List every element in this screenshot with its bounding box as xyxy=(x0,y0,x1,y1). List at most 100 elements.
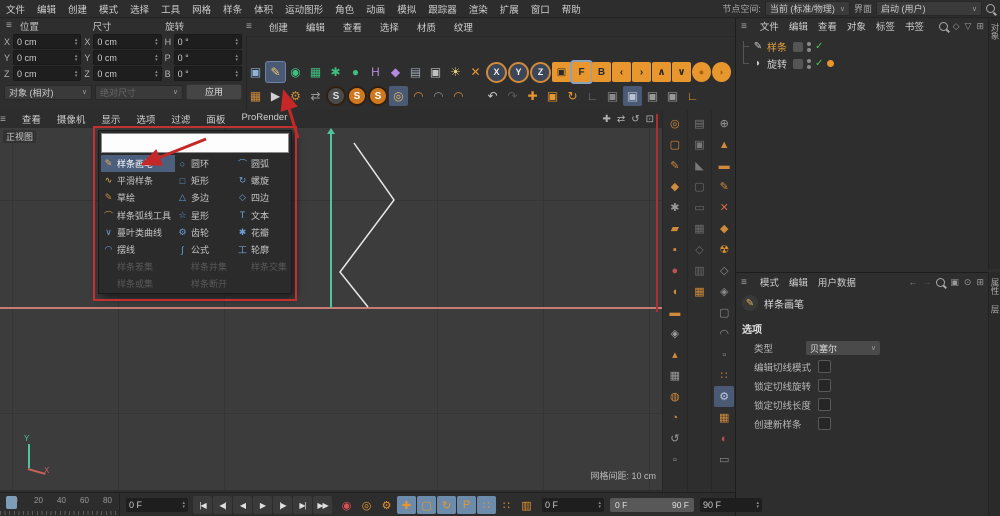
hamburger-menu-icon[interactable]: ≡ xyxy=(0,114,6,125)
toolbar-icon[interactable]: X xyxy=(486,61,507,83)
object-manager-menu-item[interactable]: 对象 xyxy=(842,19,871,33)
toolbar-icon[interactable]: ▤ xyxy=(406,62,425,82)
tool-icon[interactable]: ▥ xyxy=(690,260,710,281)
popup-menu-item[interactable]: □ 矩形 xyxy=(175,172,235,189)
toolbar-icon[interactable] xyxy=(469,86,482,106)
toolbar-icon[interactable]: ✎ xyxy=(266,62,285,82)
frame-field[interactable]: 0 F ▴ ▾ xyxy=(542,498,604,512)
toolbar-icon[interactable]: Y xyxy=(508,61,529,83)
menubar-item[interactable]: 创建 xyxy=(62,2,93,16)
popup-menu-item[interactable]: ✱ 花瓣 xyxy=(235,224,289,241)
stepper-icon[interactable]: ▴ ▾ xyxy=(155,69,158,78)
rotation-input[interactable]: 0 ° ▴ ▾ xyxy=(173,66,242,81)
menubar-item[interactable]: 网格 xyxy=(186,2,217,16)
menubar-item[interactable]: 角色 xyxy=(329,2,360,16)
menubar-item[interactable]: 选择 xyxy=(124,2,155,16)
viewport-menu-item[interactable]: 摄像机 xyxy=(49,112,94,126)
apply-button[interactable]: 应用 xyxy=(186,84,242,100)
stepper-icon[interactable]: ▴ ▾ xyxy=(75,69,78,78)
viewport-menu-item[interactable]: 显示 xyxy=(93,112,128,126)
tool-icon[interactable]: ▢ xyxy=(690,176,710,197)
hamburger-menu-icon[interactable]: ≡ xyxy=(246,21,252,32)
object-row[interactable]: ✎ 样条 ✓ xyxy=(736,38,989,55)
object-manager-menu-item[interactable]: 查看 xyxy=(813,19,842,33)
tool-icon[interactable]: ◖ xyxy=(665,281,685,302)
tool-icon[interactable]: ▭ xyxy=(714,449,734,470)
tool-icon[interactable]: ◎ xyxy=(665,113,685,134)
timeline-ruler[interactable]: 0 20 40 60 80 xyxy=(0,493,120,516)
tool-icon[interactable]: ▢ xyxy=(714,302,734,323)
menubar-item[interactable]: 模拟 xyxy=(391,2,422,16)
toolbar-icon[interactable]: ▦ xyxy=(246,86,265,106)
toolbar-icon[interactable]: ∟ xyxy=(683,86,702,106)
create-menu-item[interactable]: 创建 xyxy=(260,20,297,34)
toolbar-icon[interactable]: ∧ xyxy=(652,62,671,82)
tool-icon[interactable]: ◆ xyxy=(665,176,685,197)
create-menu-item[interactable]: 查看 xyxy=(334,20,371,34)
tool-icon[interactable]: ▦ xyxy=(690,218,710,239)
popup-menu-item[interactable]: ⌒ 圆弧 xyxy=(235,155,289,172)
popup-menu-item[interactable]: ⚙ 齿轮 xyxy=(175,224,235,241)
create-menu-item[interactable]: 纹理 xyxy=(445,20,482,34)
tool-icon[interactable]: ↺ xyxy=(665,428,685,449)
coordinates-tab[interactable]: 旋转 xyxy=(165,19,238,33)
toolbar-icon[interactable]: ▣ xyxy=(623,86,642,106)
toolbar-icon[interactable]: ◠ xyxy=(409,86,428,106)
object-name[interactable]: 样条 xyxy=(767,39,787,54)
popup-menu-item[interactable]: T 文本 xyxy=(235,207,289,224)
transport-button[interactable]: ▶ xyxy=(253,496,272,514)
checkbox[interactable] xyxy=(818,417,831,430)
keyframe-record-icon[interactable]: ∷ xyxy=(477,496,496,514)
popup-menu-item[interactable]: ✎ 样条画笔 xyxy=(101,155,175,173)
back-arrow-icon[interactable]: ← xyxy=(908,277,917,287)
create-menu-item[interactable]: 材质 xyxy=(408,20,445,34)
toolbar-icon[interactable]: ▣ xyxy=(663,86,682,106)
toolbar-icon[interactable]: › xyxy=(632,62,651,82)
tool-icon[interactable]: ✎ xyxy=(714,176,734,197)
tool-icon[interactable]: ⊕ xyxy=(714,113,734,134)
stepper-icon[interactable]: ▴ ▾ xyxy=(235,53,238,62)
keyframe-record-icon[interactable]: ✚ xyxy=(397,496,416,514)
toolbar-icon[interactable]: ∟ xyxy=(583,86,602,106)
tool-icon[interactable]: ▫ xyxy=(665,449,685,470)
menubar-item[interactable]: 窗口 xyxy=(525,2,556,16)
options-section-header[interactable]: 选项 xyxy=(736,315,989,339)
rotation-input[interactable]: 0 ° ▴ ▾ xyxy=(173,34,242,49)
checkbox[interactable] xyxy=(818,360,831,373)
coordinate-input[interactable]: 0 cm ▴ ▾ xyxy=(13,66,82,81)
stepper-icon[interactable]: ▴ ▾ xyxy=(235,37,238,46)
stepper-icon[interactable]: ▴ ▾ xyxy=(75,37,78,46)
transport-button[interactable]: ◀ xyxy=(233,496,252,514)
checkbox[interactable] xyxy=(818,398,831,411)
checkbox[interactable] xyxy=(818,379,831,392)
tool-icon[interactable]: ◈ xyxy=(665,323,685,344)
popup-menu-item[interactable]: 样条或集 xyxy=(101,275,175,292)
popup-menu-item[interactable]: 样条并集 xyxy=(175,258,235,275)
object-manager-menu-item[interactable]: 文件 xyxy=(755,19,784,33)
node-space-dropdown[interactable]: 当前 (标准/物理) ∨ xyxy=(764,1,850,16)
tag-dot-icon[interactable] xyxy=(827,60,835,67)
tool-icon[interactable]: ✱ xyxy=(665,197,685,218)
path-filter-icon[interactable]: ◇ xyxy=(953,21,960,32)
object-manager-menu-item[interactable]: 编辑 xyxy=(784,19,813,33)
size-input[interactable]: 0 cm ▴ ▾ xyxy=(93,34,162,49)
object-row[interactable]: ◗ 旋转 ✓ xyxy=(736,55,989,72)
hamburger-menu-icon[interactable]: ≡ xyxy=(741,277,747,288)
enabled-check-icon[interactable]: ✓ xyxy=(815,58,823,69)
tool-icon[interactable]: ◣ xyxy=(690,155,710,176)
tool-icon[interactable]: ▭ xyxy=(690,197,710,218)
keyframe-record-icon[interactable]: ▢ xyxy=(417,496,436,514)
tool-icon[interactable]: ▬ xyxy=(714,155,734,176)
tool-icon[interactable]: ▦ xyxy=(714,407,734,428)
popup-menu-item[interactable]: ○ 圆环 xyxy=(175,155,235,172)
viewport-menu-item[interactable]: 查看 xyxy=(14,112,49,126)
toolbar-icon[interactable]: ▦ xyxy=(306,62,325,82)
coordinates-tab[interactable]: 尺寸 xyxy=(92,19,165,33)
tool-icon[interactable]: ▤ xyxy=(690,113,710,134)
toolbar-icon[interactable]: ● xyxy=(692,62,711,82)
toolbar-icon[interactable]: ◠ xyxy=(449,86,468,106)
popup-menu-item[interactable]: ✎ 草绘 xyxy=(101,189,175,206)
stepper-icon[interactable]: ▴ ▾ xyxy=(598,501,601,510)
stepper-icon[interactable]: ▴ ▾ xyxy=(75,53,78,62)
menubar-item[interactable]: 扩展 xyxy=(494,2,525,16)
